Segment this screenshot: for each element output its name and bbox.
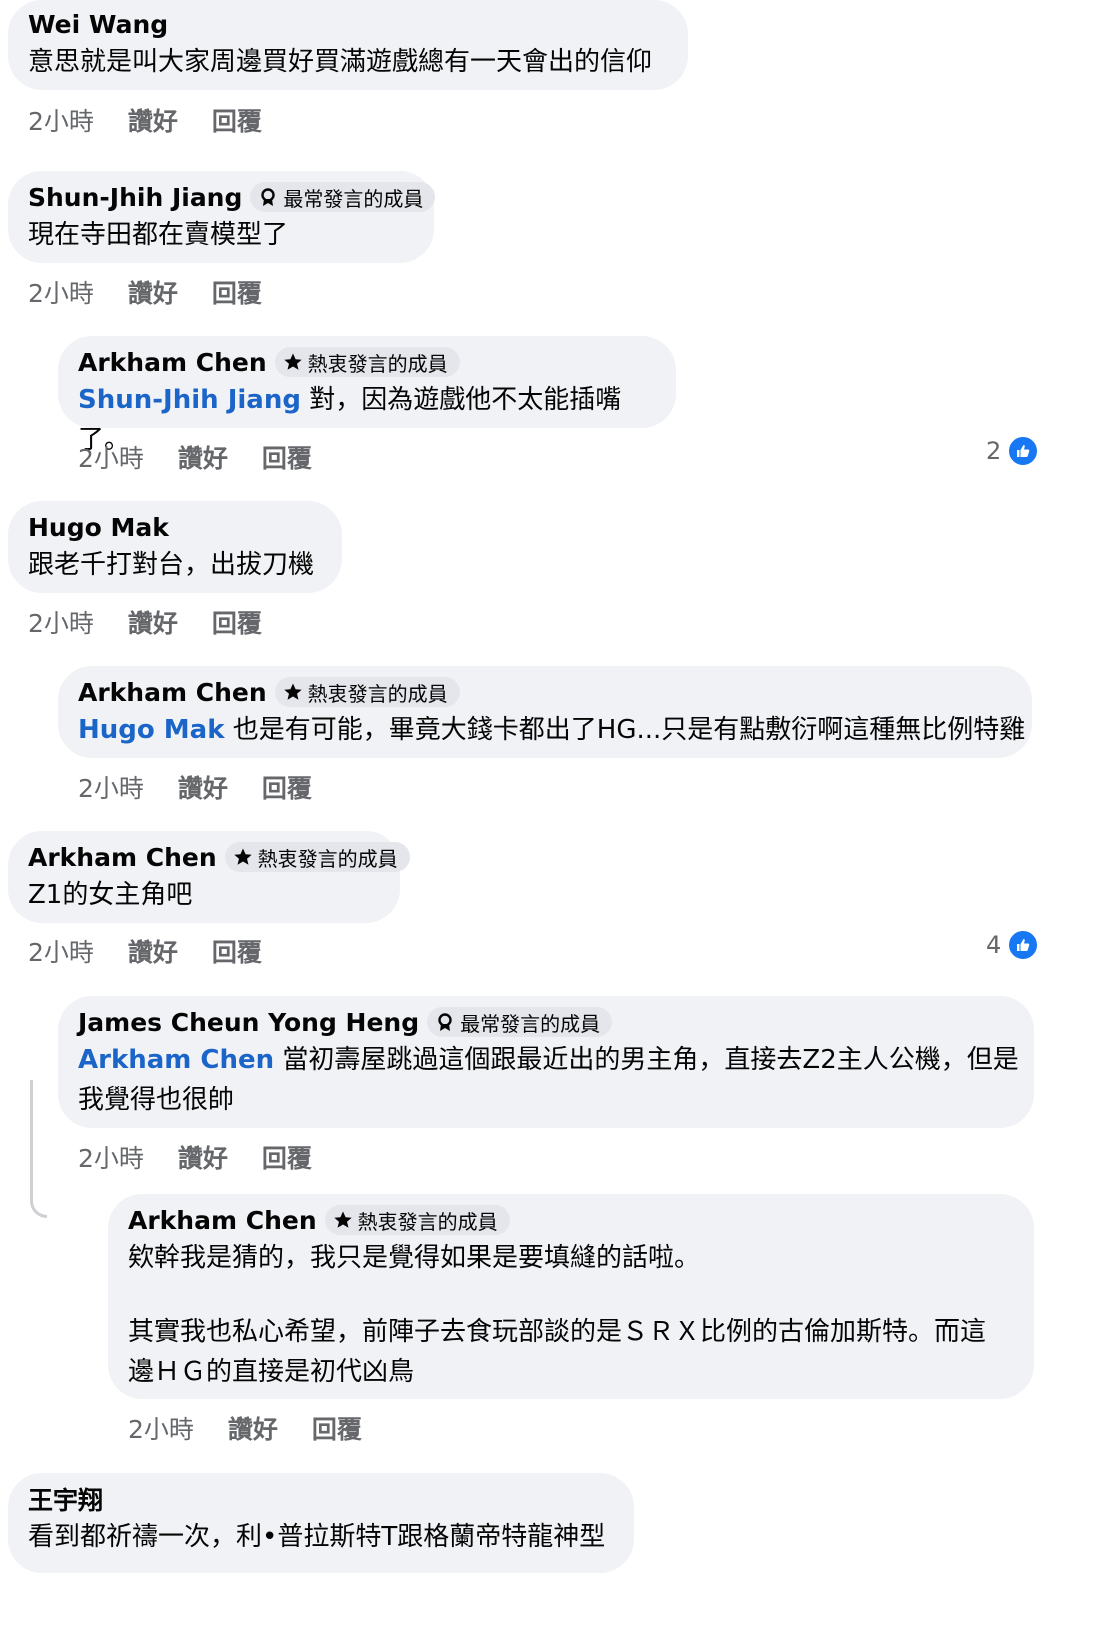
member-badge-label: 熱衷發言的成員	[307, 351, 448, 376]
member-badge-label: 最常發言的成員	[283, 186, 424, 211]
comment-author[interactable]: Arkham Chen	[78, 678, 267, 707]
comment-actions: 2小時 讚好 回覆	[78, 769, 312, 805]
star-icon	[283, 353, 302, 370]
like-button[interactable]: 讚好	[128, 102, 178, 138]
comment-timestamp[interactable]: 2小時	[28, 604, 94, 640]
comment-bubble: James Cheun Yong Heng 最常發言的成員 Arkham Che…	[58, 996, 1034, 1128]
member-badge[interactable]: 熱衷發言的成員	[274, 347, 460, 377]
comment-timestamp[interactable]: 2小時	[78, 439, 144, 475]
comment-actions: 2小時 讚好 回覆	[28, 933, 262, 969]
member-badge[interactable]: 最常發言的成員	[427, 1007, 613, 1037]
reply-button[interactable]: 回覆	[262, 1139, 312, 1175]
comment-text-line: 我覺得也很帥	[78, 1085, 235, 1115]
comment-author[interactable]: 王宇翔	[28, 1481, 103, 1517]
comment-text: 現在寺田都在賣模型了	[28, 220, 289, 250]
mention-link[interactable]: Arkham Chen	[78, 1045, 274, 1075]
comment-actions: 2小時 讚好 回覆	[28, 604, 262, 640]
comment-text: Arkham Chen 當初壽屋跳過這個跟最近出的男主角，直接去Z2主人公機，但…	[78, 1045, 1019, 1075]
comment-timestamp[interactable]: 2小時	[78, 1139, 144, 1175]
like-button[interactable]: 讚好	[128, 604, 178, 640]
reply-button[interactable]: 回覆	[262, 769, 312, 805]
like-button[interactable]: 讚好	[128, 933, 178, 969]
comment-text: Z1的女主角吧	[28, 880, 193, 910]
mention-link[interactable]: Shun-Jhih Jiang	[78, 385, 301, 415]
comment-text: Hugo Mak 也是有可能，畢竟大錢卡都出了HG...只是有點敷衍啊這種無比例…	[78, 715, 1026, 745]
comment-actions: 2小時 讚好 回覆	[28, 102, 262, 138]
reply-button[interactable]: 回覆	[212, 274, 262, 310]
member-badge-label: 最常發言的成員	[460, 1011, 601, 1036]
comment-bubble: Arkham Chen 熱衷發言的成員 Hugo Mak 也是有可能，畢竟大錢卡…	[58, 666, 1032, 758]
reply-button[interactable]: 回覆	[312, 1410, 362, 1446]
member-badge-label: 熱衷發言的成員	[357, 1209, 498, 1234]
like-button[interactable]: 讚好	[178, 1139, 228, 1175]
comment-author[interactable]: James Cheun Yong Heng	[78, 1008, 419, 1037]
reaction-summary[interactable]: 2	[986, 435, 1040, 467]
thumbs-up-icon	[1007, 929, 1040, 961]
member-badge[interactable]: 熱衷發言的成員	[274, 677, 460, 707]
mention-link[interactable]: Hugo Mak	[78, 715, 225, 745]
thumbs-up-icon	[1007, 435, 1040, 467]
member-badge[interactable]: 熱衷發言的成員	[324, 1205, 510, 1235]
top-contributor-icon	[261, 188, 276, 206]
comment-text: 欸幹我是猜的，我只是覺得如果是要填縫的話啦。	[128, 1243, 701, 1273]
comment-author[interactable]: Arkham Chen	[128, 1206, 317, 1235]
member-badge-label: 熱衷發言的成員	[257, 846, 398, 871]
reaction-count: 2	[986, 437, 1002, 465]
reply-button[interactable]: 回覆	[212, 933, 262, 969]
reply-button[interactable]: 回覆	[262, 439, 312, 475]
member-badge[interactable]: 最常發言的成員	[250, 182, 436, 212]
star-icon	[283, 683, 302, 700]
comment-bubble: 王宇翔 看到都祈禱一次，利•普拉斯特T跟格蘭帝特龍神型	[8, 1473, 634, 1573]
comment-bubble: Arkham Chen 熱衷發言的成員 Z1的女主角吧	[8, 831, 410, 923]
member-badge-label: 熱衷發言的成員	[307, 681, 448, 706]
like-button[interactable]: 讚好	[228, 1410, 278, 1446]
top-contributor-icon	[438, 1013, 452, 1031]
comment-actions: 2小時 讚好 回覆	[78, 439, 312, 475]
comment-text-line: 其實我也私心希望，前陣子去食玩部談的是ＳＲＸ比例的古倫加斯特。而這	[128, 1317, 987, 1347]
comment-text: 看到都祈禱一次，利•普拉斯特T跟格蘭帝特龍神型	[28, 1522, 606, 1552]
comment-author[interactable]: Hugo Mak	[28, 513, 169, 542]
comment-timestamp[interactable]: 2小時	[28, 933, 94, 969]
comment-bubble: Arkham Chen 熱衷發言的成員 Shun-Jhih Jiang 對，因為…	[58, 336, 676, 455]
comment-timestamp[interactable]: 2小時	[78, 769, 144, 805]
comment-text-line: 邊ＨＧ的直接是初代凶鳥	[128, 1357, 415, 1387]
like-button[interactable]: 讚好	[128, 274, 178, 310]
thread-connector-line	[30, 1080, 47, 1218]
comment-text: 跟老千打對台，出拔刀機	[28, 550, 315, 580]
comment-author[interactable]: Arkham Chen	[78, 348, 267, 377]
star-icon	[233, 848, 252, 865]
comment-bubble: Arkham Chen 熱衷發言的成員 欸幹我是猜的，我只是覺得如果是要填縫的話…	[108, 1194, 1034, 1399]
star-icon	[333, 1211, 352, 1228]
comment-bubble: Shun-Jhih Jiang 最常發言的成員 現在寺田都在賣模型了	[8, 171, 436, 263]
comment-timestamp[interactable]: 2小時	[28, 274, 94, 310]
comment-author[interactable]: Arkham Chen	[28, 843, 217, 872]
comment-text: 意思就是叫大家周邊買好買滿遊戲總有一天會出的信仰	[28, 47, 653, 77]
comment-actions: 2小時 讚好 回覆	[28, 274, 262, 310]
reply-button[interactable]: 回覆	[212, 102, 262, 138]
comment-author[interactable]: Wei Wang	[28, 10, 168, 39]
comment-actions: 2小時 讚好 回覆	[128, 1410, 362, 1446]
like-button[interactable]: 讚好	[178, 439, 228, 475]
reaction-count: 4	[986, 931, 1002, 959]
member-badge[interactable]: 熱衷發言的成員	[224, 842, 410, 872]
comment-bubble: Hugo Mak 跟老千打對台，出拔刀機	[8, 501, 342, 593]
comment-actions: 2小時 讚好 回覆	[78, 1139, 312, 1175]
like-button[interactable]: 讚好	[178, 769, 228, 805]
comment-timestamp[interactable]: 2小時	[128, 1410, 194, 1446]
reply-button[interactable]: 回覆	[212, 604, 262, 640]
comment-timestamp[interactable]: 2小時	[28, 102, 94, 138]
reaction-summary[interactable]: 4	[986, 929, 1040, 961]
comment-bubble: Wei Wang 意思就是叫大家周邊買好買滿遊戲總有一天會出的信仰	[8, 0, 688, 90]
comment-author[interactable]: Shun-Jhih Jiang	[28, 183, 242, 212]
